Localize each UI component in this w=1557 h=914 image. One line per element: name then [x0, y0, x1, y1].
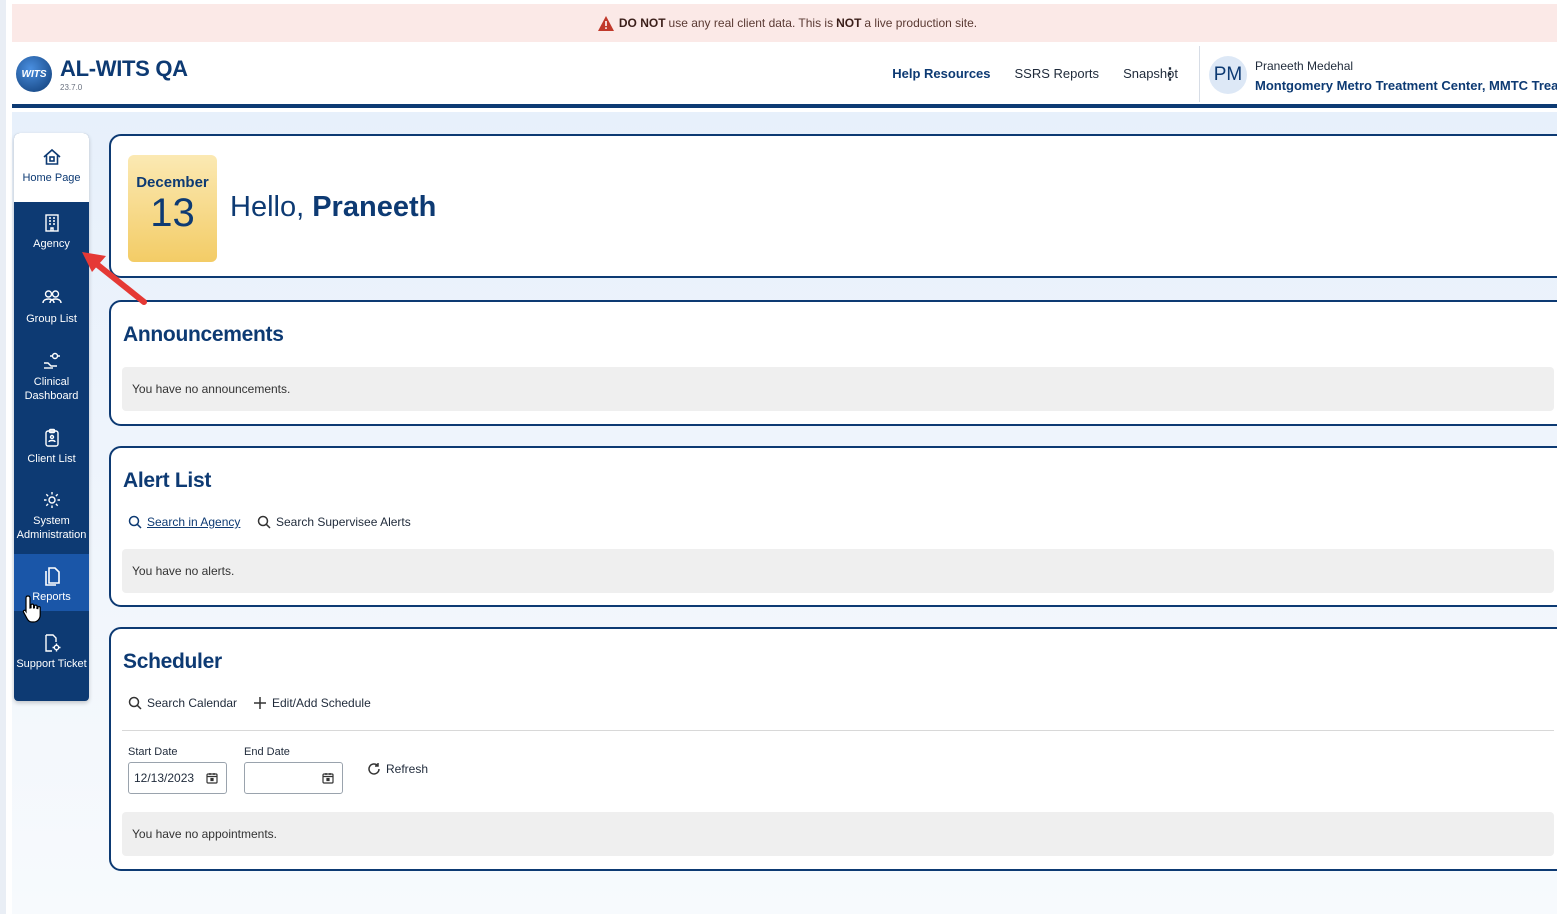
- sidebar-item-label: Group List: [26, 313, 77, 325]
- header-divider: [1199, 46, 1200, 102]
- search-calendar-label: Search Calendar: [147, 696, 238, 710]
- start-date-field[interactable]: 12/13/2023: [128, 762, 227, 794]
- search-in-agency-label: Search in Agency: [147, 515, 241, 529]
- scheduler-title: Scheduler: [123, 650, 222, 673]
- banner-text-end: a live production site.: [864, 16, 978, 30]
- user-name[interactable]: Praneeth Medehal: [1255, 59, 1353, 73]
- sidebar-item-group-list[interactable]: Group List: [14, 288, 89, 343]
- sidebar-item-label: Clinical Dashboard: [24, 376, 79, 402]
- start-date-label: Start Date: [128, 746, 178, 758]
- building-icon: [44, 214, 59, 232]
- banner-not: NOT: [836, 16, 862, 30]
- calendar-icon[interactable]: [206, 772, 218, 784]
- wits-logo[interactable]: WITS: [16, 56, 52, 92]
- clinical-dashboard-icon: [43, 352, 60, 369]
- date-day: 13: [150, 191, 195, 235]
- header-links: Help Resources SSRS Reports Snapshot: [892, 66, 1178, 81]
- search-in-agency-link[interactable]: Search in Agency: [128, 515, 240, 529]
- document-icon: [44, 567, 60, 586]
- sidebar-item-label: Agency: [33, 238, 70, 250]
- banner-do-not: DO NOT: [618, 16, 666, 30]
- greeting-hello: Hello,: [230, 191, 305, 223]
- sidebar-item-label: Support Ticket: [16, 658, 87, 670]
- announcements-empty-message: You have no announcements.: [122, 367, 1554, 411]
- greeting-name: Praneeth: [312, 191, 437, 223]
- ssrs-reports-link[interactable]: SSRS Reports: [1015, 66, 1100, 81]
- search-calendar-button[interactable]: Search Calendar: [128, 696, 237, 710]
- search-icon: [128, 515, 142, 529]
- sidebar-item-agency[interactable]: Agency: [14, 213, 89, 268]
- start-date-value: 12/13/2023: [134, 771, 195, 785]
- search-supervisee-alerts-button[interactable]: Search Supervisee Alerts: [257, 515, 411, 529]
- date-tile: December 13: [128, 155, 217, 262]
- search-icon: [128, 696, 142, 710]
- sidebar-item-support-ticket[interactable]: Support Ticket: [14, 633, 89, 683]
- plus-icon: [254, 697, 266, 709]
- scheduler-card: Scheduler Search Calendar Edit/Add Sched…: [109, 627, 1557, 871]
- date-month: December: [136, 174, 209, 191]
- sidebar-item-system-administration[interactable]: System Administration: [14, 490, 89, 550]
- refresh-button[interactable]: Refresh: [367, 762, 428, 776]
- app-title[interactable]: AL-WITS QA: [60, 56, 188, 82]
- hand-cursor-icon: [22, 595, 41, 623]
- warning-banner: DO NOT use any real client data. This is…: [12, 4, 1557, 42]
- end-date-field[interactable]: [244, 762, 343, 794]
- refresh-label: Refresh: [386, 762, 429, 776]
- appointments-empty-message: You have no appointments.: [122, 812, 1554, 856]
- alert-list-card: Alert List Search in Agency Search Super…: [109, 446, 1557, 607]
- sidebar-item-clinical-dashboard[interactable]: Clinical Dashboard: [14, 351, 89, 411]
- edit-add-schedule-button[interactable]: Edit/Add Schedule: [253, 696, 371, 710]
- edit-add-schedule-label: Edit/Add Schedule: [272, 696, 371, 710]
- app-window: DO NOT use any real client data. This is…: [0, 0, 1557, 914]
- alerts-empty-message: You have no alerts.: [122, 549, 1554, 593]
- more-menu-icon[interactable]: ⋮: [1162, 64, 1178, 84]
- group-icon: [41, 290, 62, 304]
- scheduler-divider: [122, 730, 1554, 731]
- end-date-label: End Date: [244, 746, 290, 758]
- sidebar-item-label: Client List: [27, 453, 76, 465]
- refresh-icon: [368, 763, 380, 775]
- greeting: Hello, Praneeth: [230, 191, 436, 224]
- gear-icon: [43, 492, 60, 508]
- user-organization[interactable]: Montgomery Metro Treatment Center, MMTC …: [1255, 78, 1557, 93]
- warning-icon: [597, 15, 614, 31]
- sidebar-item-label: System Administration: [16, 515, 87, 541]
- support-ticket-icon: [44, 634, 60, 652]
- banner-text: use any real client data. This is: [668, 16, 834, 30]
- announcements-title: Announcements: [123, 323, 284, 346]
- sidebar-item-client-list[interactable]: Client List: [14, 428, 89, 473]
- app-version: 23.7.0: [60, 83, 83, 92]
- avatar[interactable]: PM: [1209, 56, 1247, 94]
- app-header: WITS AL-WITS QA 23.7.0 Help Resources SS…: [12, 42, 1557, 108]
- calendar-icon[interactable]: [322, 772, 334, 784]
- help-resources-link[interactable]: Help Resources: [892, 66, 990, 81]
- welcome-card: December 13 Hello, Praneeth: [109, 134, 1557, 278]
- sidebar-item-label: Home Page: [22, 172, 81, 184]
- announcements-card: Announcements You have no announcements.: [109, 300, 1557, 426]
- search-supervisee-label: Search Supervisee Alerts: [276, 515, 411, 529]
- search-icon: [257, 515, 271, 529]
- sidebar-item-home-page[interactable]: Home Page: [14, 133, 89, 202]
- alert-list-title: Alert List: [123, 469, 212, 492]
- clipboard-icon: [44, 428, 59, 447]
- home-icon: [42, 148, 61, 165]
